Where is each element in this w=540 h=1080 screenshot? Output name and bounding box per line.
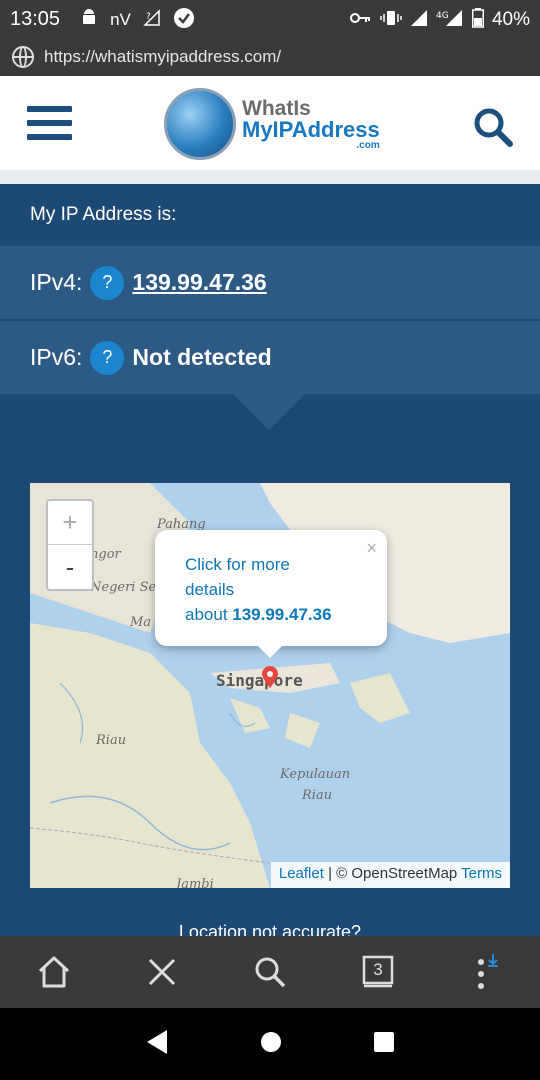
- popup-tip: [258, 646, 282, 658]
- map-label-riau: Riau: [95, 733, 126, 748]
- ipv4-label: IPv4:: [30, 269, 83, 295]
- zoom-control: + -: [46, 499, 94, 591]
- key-icon: [349, 11, 372, 28]
- ipv4-help-icon[interactable]: ?: [90, 265, 125, 300]
- popup-close-icon[interactable]: ×: [366, 536, 377, 561]
- popup-line1: Click for more: [185, 555, 290, 574]
- vibrate-icon: [380, 9, 402, 30]
- battery-icon: [471, 7, 484, 31]
- terms-link[interactable]: Terms: [461, 865, 502, 882]
- ipv4-value-link[interactable]: 139.99.47.36: [132, 269, 266, 296]
- map-marker-icon[interactable]: [262, 666, 278, 688]
- ipv6-help-icon[interactable]: ?: [90, 340, 125, 375]
- signal-icon: [410, 9, 428, 30]
- status-bar: 13:05 nV ? 4G 40%: [0, 0, 540, 38]
- tab-count: 3: [373, 960, 383, 979]
- ipv6-label: IPv6:: [30, 344, 83, 370]
- android-nav-bar: [0, 1008, 540, 1080]
- recents-icon[interactable]: [373, 1031, 395, 1058]
- home-nav-icon[interactable]: [260, 1031, 282, 1058]
- map-label-singapore: Singapore: [216, 671, 303, 690]
- site-header: WhatIs MyIPAddress .com: [0, 76, 540, 170]
- zoom-out-button[interactable]: -: [48, 545, 92, 589]
- svg-text:4G: 4G: [436, 11, 449, 21]
- location-map[interactable]: Pahang ngor Negeri Sem Ma Singapore Riau…: [30, 483, 510, 888]
- zoom-in-button[interactable]: +: [48, 501, 92, 545]
- tabs-button[interactable]: 3: [348, 942, 408, 1002]
- map-attribution: Leaflet | © OpenStreetMap Terms: [270, 862, 510, 888]
- location-not-accurate-link[interactable]: Location not accurate?: [0, 922, 540, 936]
- overflow-menu-icon[interactable]: [456, 942, 516, 1002]
- map-label-ma: Ma: [129, 615, 151, 630]
- search-icon[interactable]: [472, 106, 514, 153]
- map-label-riau2: Riau: [301, 788, 332, 803]
- battery-percent: 40%: [491, 8, 530, 30]
- url-text[interactable]: https://whatismyipaddress.com/: [44, 47, 281, 67]
- android-icon: [80, 8, 98, 30]
- hamburger-menu-icon[interactable]: [27, 106, 72, 140]
- home-icon[interactable]: [24, 942, 84, 1002]
- main-content: My IP Address is: IPv4: ? 139.99.47.36 I…: [0, 170, 540, 936]
- status-time: 13:05: [10, 7, 61, 30]
- svg-text:?: ?: [146, 12, 151, 22]
- logo-line3: .com: [356, 140, 380, 151]
- map-label-jambi: Jambi: [173, 877, 214, 888]
- popup-ip: 139.99.47.36: [232, 605, 332, 624]
- map-popup[interactable]: × Click for more details about 139.99.47…: [155, 530, 387, 646]
- back-icon[interactable]: [145, 1029, 169, 1060]
- site-logo[interactable]: WhatIs MyIPAddress .com: [164, 84, 380, 164]
- logo-line1: WhatIs: [242, 97, 311, 120]
- my-ip-label: My IP Address is:: [0, 184, 540, 246]
- popup-line3-prefix: about: [185, 605, 233, 624]
- browser-toolbar: 3: [0, 936, 540, 1008]
- leaflet-link[interactable]: Leaflet: [279, 865, 324, 882]
- ipv4-row: IPv4: ? 139.99.47.36: [0, 246, 540, 319]
- logo-line2: MyIPAddress: [242, 117, 380, 142]
- ipv6-value: Not detected: [132, 344, 272, 370]
- 4g-signal-icon: 4G: [436, 9, 464, 30]
- pointer-notch: [233, 394, 305, 430]
- logo-globe-icon: [164, 88, 236, 160]
- map-label-ngor: ngor: [90, 547, 122, 562]
- carrier-label: nV: [110, 9, 131, 29]
- search-icon-toolbar[interactable]: [240, 942, 300, 1002]
- url-bar[interactable]: https://whatismyipaddress.com/: [0, 38, 540, 76]
- close-icon[interactable]: [132, 942, 192, 1002]
- attribution-osm: | © OpenStreetMap: [323, 865, 462, 882]
- no-signal-icon: ?: [143, 8, 161, 30]
- globe-icon: [12, 46, 34, 68]
- popup-line2: details: [185, 580, 235, 599]
- ipv6-row: IPv6: ? Not detected: [0, 321, 540, 394]
- check-circle-icon: [173, 7, 195, 32]
- map-label-kepulauan: Kepulauan: [279, 767, 350, 782]
